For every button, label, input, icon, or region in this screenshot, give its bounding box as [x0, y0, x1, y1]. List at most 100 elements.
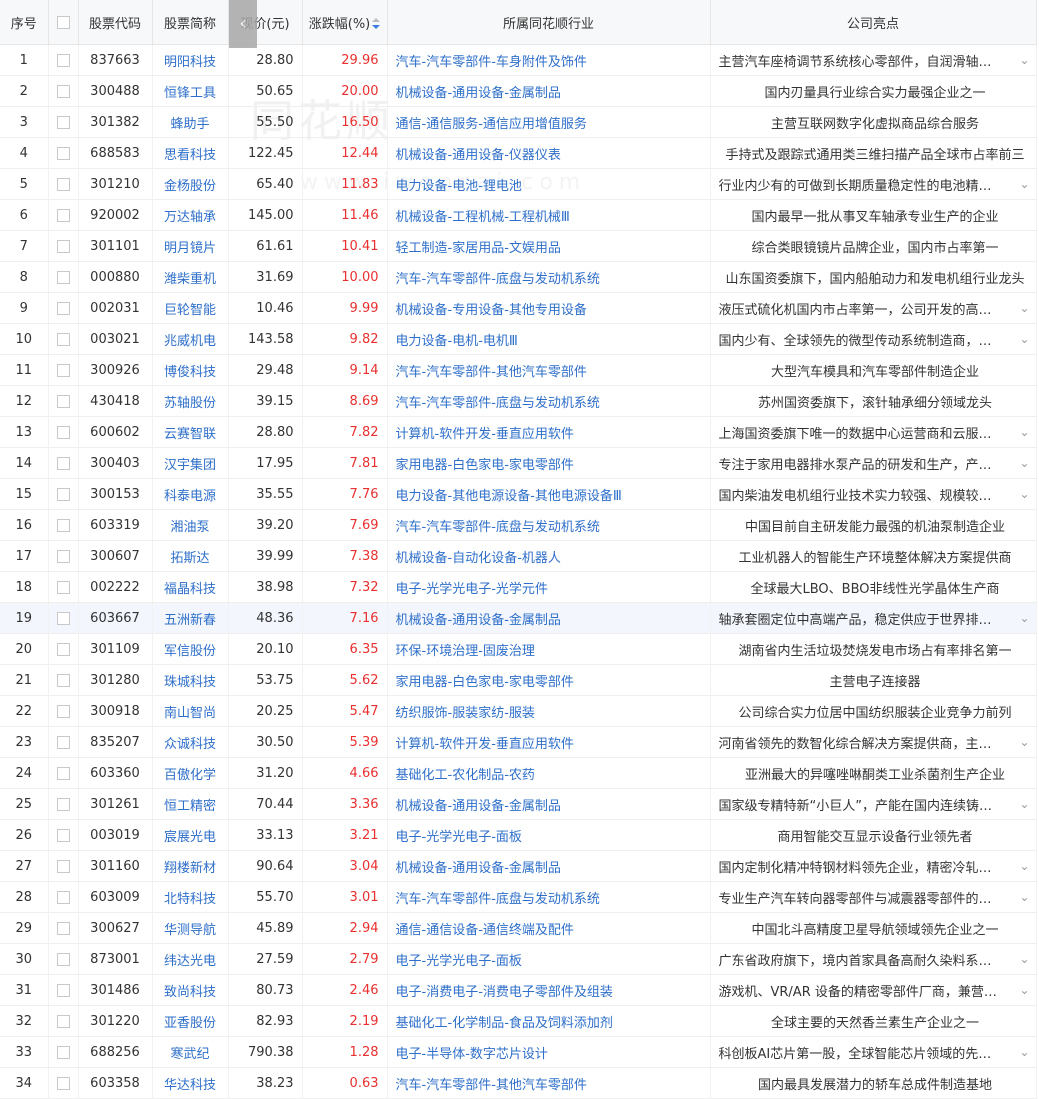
- row-checkbox[interactable]: [56, 208, 70, 222]
- row-checkbox[interactable]: [56, 363, 70, 377]
- industry-link[interactable]: 电子-消费电子-消费电子零部件及组装: [387, 974, 711, 1006]
- row-checkbox[interactable]: [56, 1076, 70, 1090]
- industry-link[interactable]: 电子-光学光电子-面板: [387, 819, 711, 851]
- table-row[interactable]: 4 688583 思看科技 122.45 12.44 机械设备-通用设备-仪器仪表 手持式及…: [0, 137, 1037, 169]
- chevron-down-icon[interactable]: ⌄: [1018, 983, 1032, 997]
- row-checkbox-cell[interactable]: [48, 633, 79, 665]
- row-checkbox-cell[interactable]: [48, 571, 79, 603]
- row-checkbox-cell[interactable]: [48, 292, 79, 324]
- row-checkbox[interactable]: [56, 270, 70, 284]
- industry-link[interactable]: 通信-通信服务-通信应用增值服务: [387, 106, 711, 138]
- row-checkbox[interactable]: [56, 518, 70, 532]
- stock-name-link[interactable]: 致尚科技: [152, 974, 229, 1006]
- stock-name-link[interactable]: 众诚科技: [152, 726, 229, 758]
- header-name[interactable]: 股票简称: [152, 0, 229, 45]
- industry-link[interactable]: 家用电器-白色家电-家电零部件: [387, 664, 711, 696]
- industry-link[interactable]: 汽车-汽车零部件-其他汽车零部件: [387, 1067, 711, 1099]
- table-row[interactable]: 18 002222 福晶科技 38.98 7.32 电子-光学光电子-光学元件 全球最大LB…: [0, 571, 1037, 603]
- row-checkbox[interactable]: [56, 983, 70, 997]
- industry-link[interactable]: 计算机-软件开发-垂直应用软件: [387, 416, 711, 448]
- row-checkbox[interactable]: [56, 828, 70, 842]
- row-checkbox[interactable]: [56, 1045, 70, 1059]
- row-checkbox-cell[interactable]: [48, 75, 79, 107]
- stock-name-link[interactable]: 湘油泵: [152, 509, 229, 541]
- header-select-all[interactable]: [48, 0, 79, 45]
- table-row[interactable]: 16 603319 湘油泵 39.20 7.69 汽车-汽车零部件-底盘与发动机系统 中国目…: [0, 509, 1037, 541]
- table-row[interactable]: 13 600602 云赛智联 28.80 7.82 计算机-软件开发-垂直应用软件 上海国资…: [0, 416, 1037, 448]
- industry-link[interactable]: 汽车-汽车零部件-底盘与发动机系统: [387, 385, 711, 417]
- row-checkbox[interactable]: [56, 611, 70, 625]
- chevron-down-icon[interactable]: ⌄: [1018, 952, 1032, 966]
- row-checkbox[interactable]: [56, 797, 70, 811]
- row-checkbox[interactable]: [56, 487, 70, 501]
- row-checkbox[interactable]: [56, 425, 70, 439]
- chevron-down-icon[interactable]: ⌄: [1018, 301, 1032, 315]
- sort-icon[interactable]: [372, 18, 381, 30]
- stock-name-link[interactable]: 云赛智联: [152, 416, 229, 448]
- chevron-left-icon[interactable]: ‹: [229, 0, 257, 48]
- row-checkbox[interactable]: [56, 766, 70, 780]
- chevron-down-icon[interactable]: ⌄: [1018, 735, 1032, 749]
- row-checkbox[interactable]: [56, 859, 70, 873]
- row-checkbox-cell[interactable]: [48, 664, 79, 696]
- row-checkbox[interactable]: [56, 642, 70, 656]
- table-row[interactable]: 25 301261 恒工精密 70.44 3.36 机械设备-通用设备-金属制品 国家级专精…: [0, 788, 1037, 820]
- row-checkbox[interactable]: [56, 84, 70, 98]
- stock-name-link[interactable]: 明阳科技: [152, 44, 229, 76]
- table-row[interactable]: 34 603358 华达科技 38.23 0.63 汽车-汽车零部件-其他汽车零部件 国内最…: [0, 1067, 1037, 1099]
- row-checkbox-cell[interactable]: [48, 168, 79, 200]
- industry-link[interactable]: 机械设备-通用设备-金属制品: [387, 850, 711, 882]
- stock-name-link[interactable]: 拓斯达: [152, 540, 229, 572]
- stock-name-link[interactable]: 华达科技: [152, 1067, 229, 1099]
- table-row[interactable]: 11 300926 博俊科技 29.48 9.14 汽车-汽车零部件-其他汽车零部件 大型汽…: [0, 354, 1037, 386]
- industry-link[interactable]: 汽车-汽车零部件-底盘与发动机系统: [387, 509, 711, 541]
- stock-name-link[interactable]: 金杨股份: [152, 168, 229, 200]
- row-checkbox[interactable]: [56, 704, 70, 718]
- industry-link[interactable]: 计算机-软件开发-垂直应用软件: [387, 726, 711, 758]
- stock-name-link[interactable]: 恒工精密: [152, 788, 229, 820]
- table-row[interactable]: 32 301220 亚香股份 82.93 2.19 基础化工-化学制品-食品及饲料添加剂 全…: [0, 1005, 1037, 1037]
- stock-name-link[interactable]: 万达轴承: [152, 199, 229, 231]
- industry-link[interactable]: 机械设备-工程机械-工程机械Ⅲ: [387, 199, 711, 231]
- stock-name-link[interactable]: 巨轮智能: [152, 292, 229, 324]
- row-checkbox-cell[interactable]: [48, 943, 79, 975]
- row-checkbox-cell[interactable]: [48, 726, 79, 758]
- row-checkbox[interactable]: [56, 177, 70, 191]
- stock-name-link[interactable]: 寒武纪: [152, 1036, 229, 1068]
- row-checkbox-cell[interactable]: [48, 757, 79, 789]
- industry-link[interactable]: 家用电器-白色家电-家电零部件: [387, 447, 711, 479]
- industry-link[interactable]: 汽车-汽车零部件-底盘与发动机系统: [387, 261, 711, 293]
- stock-name-link[interactable]: 南山智尚: [152, 695, 229, 727]
- industry-link[interactable]: 电子-光学光电子-光学元件: [387, 571, 711, 603]
- table-row[interactable]: 12 430418 苏轴股份 39.15 8.69 汽车-汽车零部件-底盘与发动机系统 苏州…: [0, 385, 1037, 417]
- industry-link[interactable]: 电力设备-电池-锂电池: [387, 168, 711, 200]
- industry-link[interactable]: 机械设备-自动化设备-机器人: [387, 540, 711, 572]
- industry-link[interactable]: 机械设备-通用设备-金属制品: [387, 788, 711, 820]
- stock-name-link[interactable]: 北特科技: [152, 881, 229, 913]
- row-checkbox-cell[interactable]: [48, 199, 79, 231]
- industry-link[interactable]: 纺织服饰-服装家纺-服装: [387, 695, 711, 727]
- table-row[interactable]: 7 301101 明月镜片 61.61 10.41 轻工制造-家居用品-文娱用品 综合类眼镜…: [0, 230, 1037, 262]
- industry-link[interactable]: 汽车-汽车零部件-车身附件及饰件: [387, 44, 711, 76]
- row-checkbox-cell[interactable]: [48, 106, 79, 138]
- chevron-down-icon[interactable]: ⌄: [1018, 797, 1032, 811]
- stock-name-link[interactable]: 五洲新春: [152, 602, 229, 634]
- industry-link[interactable]: 汽车-汽车零部件-其他汽车零部件: [387, 354, 711, 386]
- row-checkbox-cell[interactable]: [48, 695, 79, 727]
- row-checkbox-cell[interactable]: [48, 974, 79, 1006]
- table-row[interactable]: 15 300153 科泰电源 35.55 7.76 电力设备-其他电源设备-其他电源设备Ⅲ…: [0, 478, 1037, 510]
- chevron-down-icon[interactable]: ⌄: [1018, 456, 1032, 470]
- chevron-down-icon[interactable]: ⌄: [1018, 859, 1032, 873]
- table-row[interactable]: 23 835207 众诚科技 30.50 5.39 计算机-软件开发-垂直应用软件 河南省领…: [0, 726, 1037, 758]
- stock-name-link[interactable]: 博俊科技: [152, 354, 229, 386]
- row-checkbox-cell[interactable]: [48, 1036, 79, 1068]
- chevron-down-icon[interactable]: ⌄: [1018, 1045, 1032, 1059]
- row-checkbox[interactable]: [56, 580, 70, 594]
- header-change[interactable]: 涨跌幅(%): [302, 0, 388, 45]
- table-row[interactable]: 22 300918 南山智尚 20.25 5.47 纺织服饰-服装家纺-服装 公司综合实力位…: [0, 695, 1037, 727]
- chevron-down-icon[interactable]: ⌄: [1018, 425, 1032, 439]
- chevron-down-icon[interactable]: ⌄: [1018, 332, 1032, 346]
- stock-name-link[interactable]: 蜂助手: [152, 106, 229, 138]
- table-row[interactable]: 1 837663 明阳科技 28.80 29.96 汽车-汽车零部件-车身附件及饰件 主营汽…: [0, 44, 1037, 76]
- industry-link[interactable]: 机械设备-专用设备-其他专用设备: [387, 292, 711, 324]
